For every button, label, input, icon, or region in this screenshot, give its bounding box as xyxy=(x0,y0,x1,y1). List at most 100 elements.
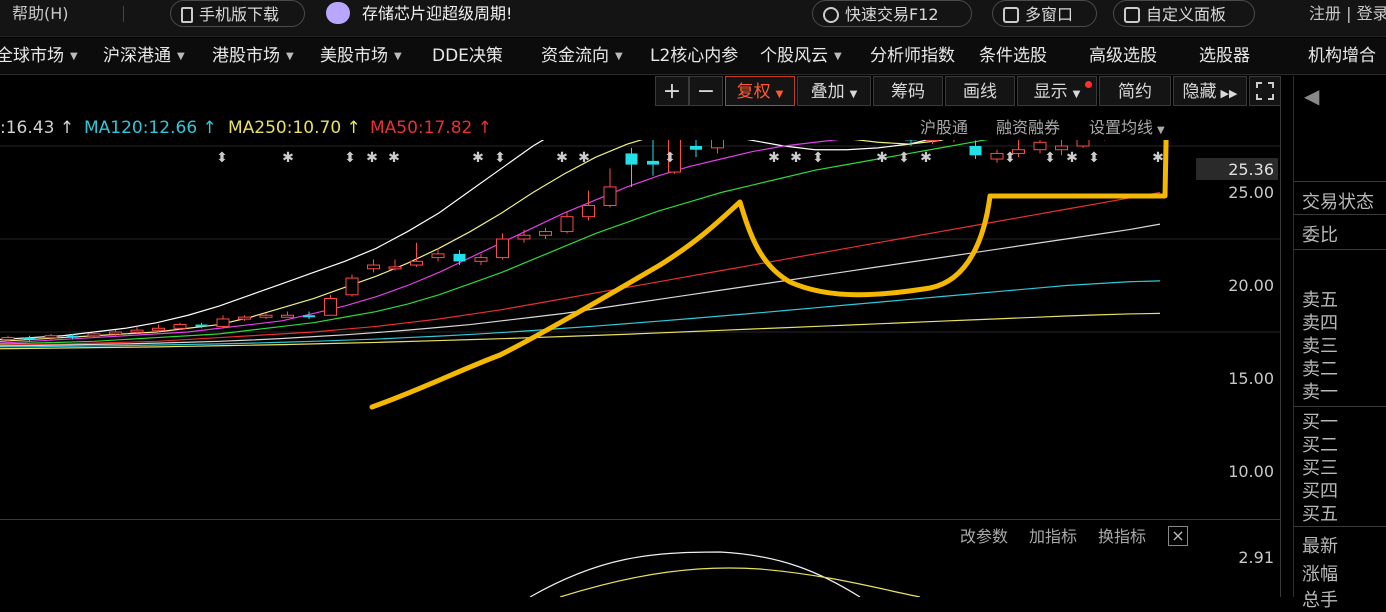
promo-link[interactable]: 存储芯片迎超级周期! xyxy=(362,0,512,28)
close-indicator-icon[interactable]: × xyxy=(1168,526,1188,546)
nav-item-1[interactable]: 沪深港通▼ xyxy=(103,38,185,74)
candle-body-up xyxy=(432,254,444,258)
candle-body-up xyxy=(561,217,573,232)
candle-body-down xyxy=(196,325,208,327)
ma-cut-value: :16.43 ↑ xyxy=(0,117,74,139)
simple-mode-button[interactable]: 简约 xyxy=(1099,76,1171,106)
candle-body-down xyxy=(303,315,315,317)
caret-down-icon: ▼ xyxy=(286,51,294,62)
zoom-in-button[interactable]: + xyxy=(655,76,689,106)
signal-marker: ✱ xyxy=(1152,150,1164,166)
up-arrow-icon: ↑ xyxy=(60,118,74,138)
nav-item-6[interactable]: L2核心内参 xyxy=(650,38,738,74)
signal-marker: ⬍ xyxy=(344,150,356,166)
signal-marker: ✱ xyxy=(920,150,932,166)
fullscreen-icon xyxy=(1256,82,1274,100)
candle-body-up xyxy=(411,261,423,265)
panel-icon xyxy=(1124,7,1140,23)
divider xyxy=(123,6,124,22)
candle-body-up xyxy=(712,140,724,148)
nav-item-8[interactable]: 分析师指数 xyxy=(870,38,955,74)
draw-line-button[interactable]: 画线 xyxy=(945,76,1015,106)
signal-marker: ⬍ xyxy=(1004,150,1016,166)
candle-body-up xyxy=(131,330,143,332)
nav-item-12[interactable]: 机构增合 xyxy=(1308,38,1376,74)
ma250-value: MA250:10.70 ↑ xyxy=(228,117,361,139)
candle-body-up xyxy=(174,325,186,329)
panel-divider xyxy=(0,519,1280,520)
signal-marker: ⬍ xyxy=(812,150,824,166)
indicator-line-2 xyxy=(560,568,920,597)
nav-item-7[interactable]: 个股风云▼ xyxy=(760,38,842,74)
candle-body-up xyxy=(991,153,1003,159)
switch-indicator-button[interactable]: 换指标 xyxy=(1098,526,1146,548)
nav-item-0[interactable]: 全球市场▼ xyxy=(0,38,78,74)
overlay-dropdown[interactable]: 叠加▼ xyxy=(797,76,871,106)
fuquan-dropdown[interactable]: 复权▼ xyxy=(725,76,795,106)
divider xyxy=(1294,249,1386,250)
candle-body-up xyxy=(45,336,57,338)
signal-marker: ⬍ xyxy=(1088,150,1100,166)
divider xyxy=(1294,181,1386,182)
ask-5: 卖一 xyxy=(1302,378,1338,404)
nav-item-10[interactable]: 高级选股 xyxy=(1089,38,1157,74)
login-link[interactable]: 注册 | 登录 xyxy=(1309,0,1386,28)
top-bar: 帮助(H) 手机版下载 存储芯片迎超级周期! 快速交易F12 多窗口 自定义面板… xyxy=(0,0,1386,37)
caret-down-icon: ▼ xyxy=(776,89,784,100)
set-ma-dropdown[interactable]: 设置均线▼ xyxy=(1089,117,1165,139)
hsgt-link[interactable]: 沪股通 xyxy=(920,117,968,139)
candle-body-up xyxy=(110,332,122,334)
signal-marker: ⬍ xyxy=(664,150,676,166)
help-menu[interactable]: 帮助(H) xyxy=(12,0,69,28)
axis-divider xyxy=(1280,76,1281,597)
candle-body-up xyxy=(217,319,229,326)
candle-body-up xyxy=(88,334,100,336)
mobile-download-button[interactable]: 手机版下载 xyxy=(170,0,305,27)
signal-marker: ✱ xyxy=(366,150,378,166)
margin-link[interactable]: 融资融券 xyxy=(996,117,1060,139)
caret-down-icon: ▼ xyxy=(1073,89,1081,100)
signal-marker: ✱ xyxy=(282,150,294,166)
candle-body-up xyxy=(1034,142,1046,149)
collapse-left-icon[interactable]: ◀ xyxy=(1304,84,1319,108)
modify-params-button[interactable]: 改参数 xyxy=(960,526,1008,548)
zoom-out-button[interactable]: − xyxy=(689,76,723,106)
up-arrow-icon: ↑ xyxy=(347,118,361,138)
hide-button[interactable]: 隐藏▶▶ xyxy=(1173,76,1247,106)
candle-body-up xyxy=(540,232,552,236)
volume-label: 总手 xyxy=(1302,586,1338,612)
display-dropdown[interactable]: 显示▼ xyxy=(1017,76,1097,106)
ma120-value: MA120:12.66 ↑ xyxy=(84,117,217,139)
divider xyxy=(1294,214,1386,215)
signal-marker: ✱ xyxy=(768,150,780,166)
nav-item-9[interactable]: 条件选股 xyxy=(979,38,1047,74)
expand-icon[interactable] xyxy=(1249,76,1281,106)
nav-item-5[interactable]: 资金流向▼ xyxy=(541,38,623,74)
nav-item-11[interactable]: 选股器 xyxy=(1199,38,1250,74)
candle-body-down xyxy=(647,161,659,165)
chips-button[interactable]: 筹码 xyxy=(873,76,943,106)
nav-item-2[interactable]: 港股市场▼ xyxy=(212,38,294,74)
candle-body-up xyxy=(260,315,272,317)
quick-trade-button[interactable]: 快速交易F12 xyxy=(812,0,972,27)
latest-label: 最新 xyxy=(1302,532,1338,558)
signal-marker: ⬍ xyxy=(1044,150,1056,166)
nav-item-4[interactable]: DDE决策 xyxy=(432,38,503,74)
signal-marker: ⬍ xyxy=(216,150,228,166)
add-indicator-button[interactable]: 加指标 xyxy=(1029,526,1077,548)
nav-item-3[interactable]: 美股市场▼ xyxy=(320,38,402,74)
multi-window-button[interactable]: 多窗口 xyxy=(992,0,1097,27)
candle-body-down xyxy=(454,254,466,261)
candle-body-up xyxy=(2,338,14,340)
candle-body-up xyxy=(475,258,487,262)
candle-body-up xyxy=(325,299,337,316)
custom-panel-button[interactable]: 自定义面板 xyxy=(1113,0,1255,27)
grid-icon xyxy=(1003,7,1019,23)
yuan-icon xyxy=(823,7,839,23)
y-tick-20: 20.00 xyxy=(1196,276,1274,295)
candle-body-down xyxy=(690,146,702,150)
divider xyxy=(1294,526,1386,527)
candlestick-chart[interactable]: ⬍✱⬍✱✱✱⬍✱✱⬍✱✱⬍✱⬍✱⬍⬍✱⬍✱←25.52 xyxy=(0,140,1280,520)
y-tick-15: 15.00 xyxy=(1196,369,1274,388)
divider xyxy=(1294,406,1386,407)
